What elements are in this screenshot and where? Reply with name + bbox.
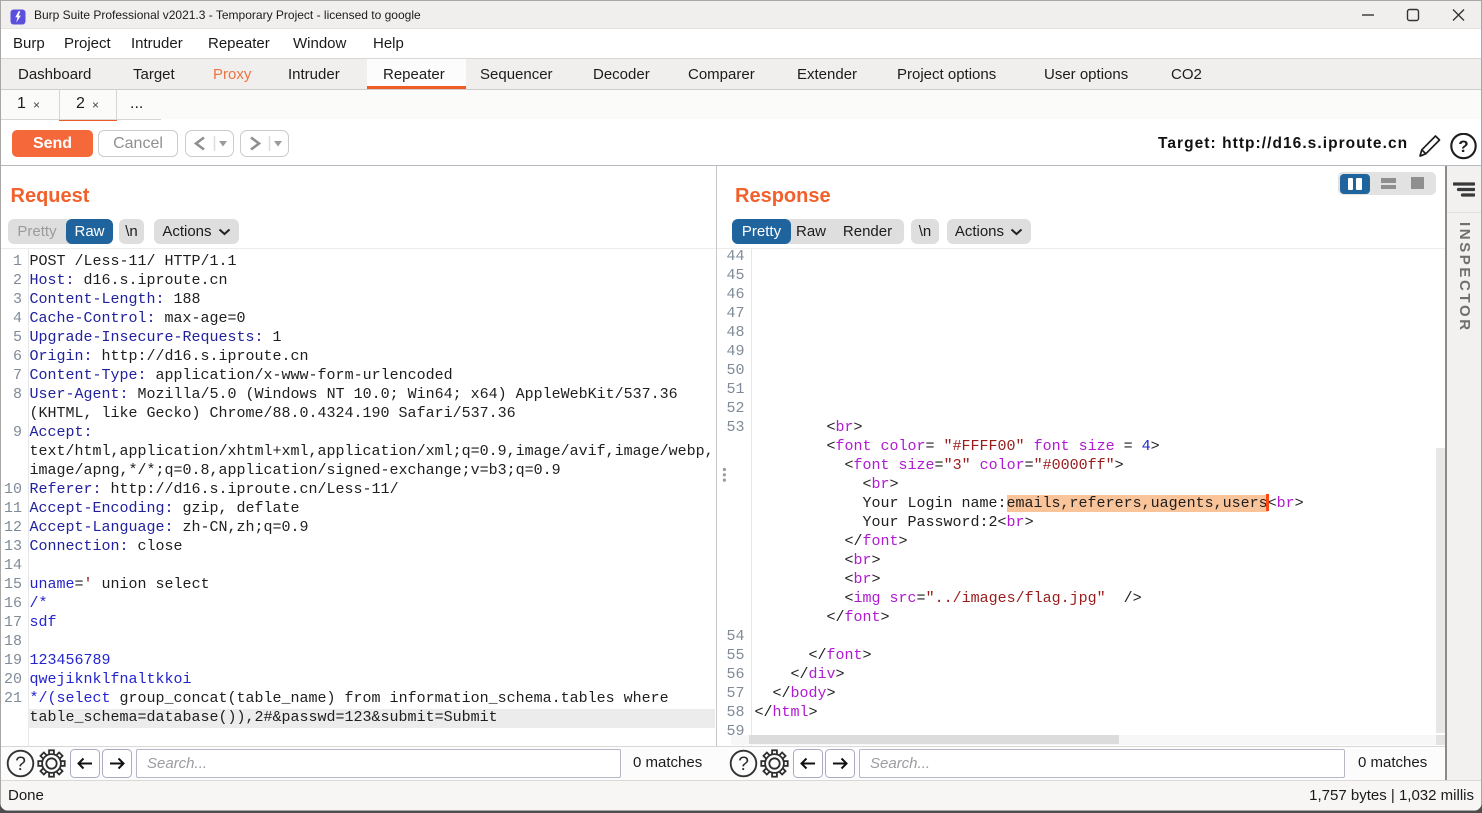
svg-text:?: ? (15, 753, 26, 775)
svg-text:?: ? (738, 753, 749, 775)
svg-text:?: ? (1458, 137, 1468, 156)
